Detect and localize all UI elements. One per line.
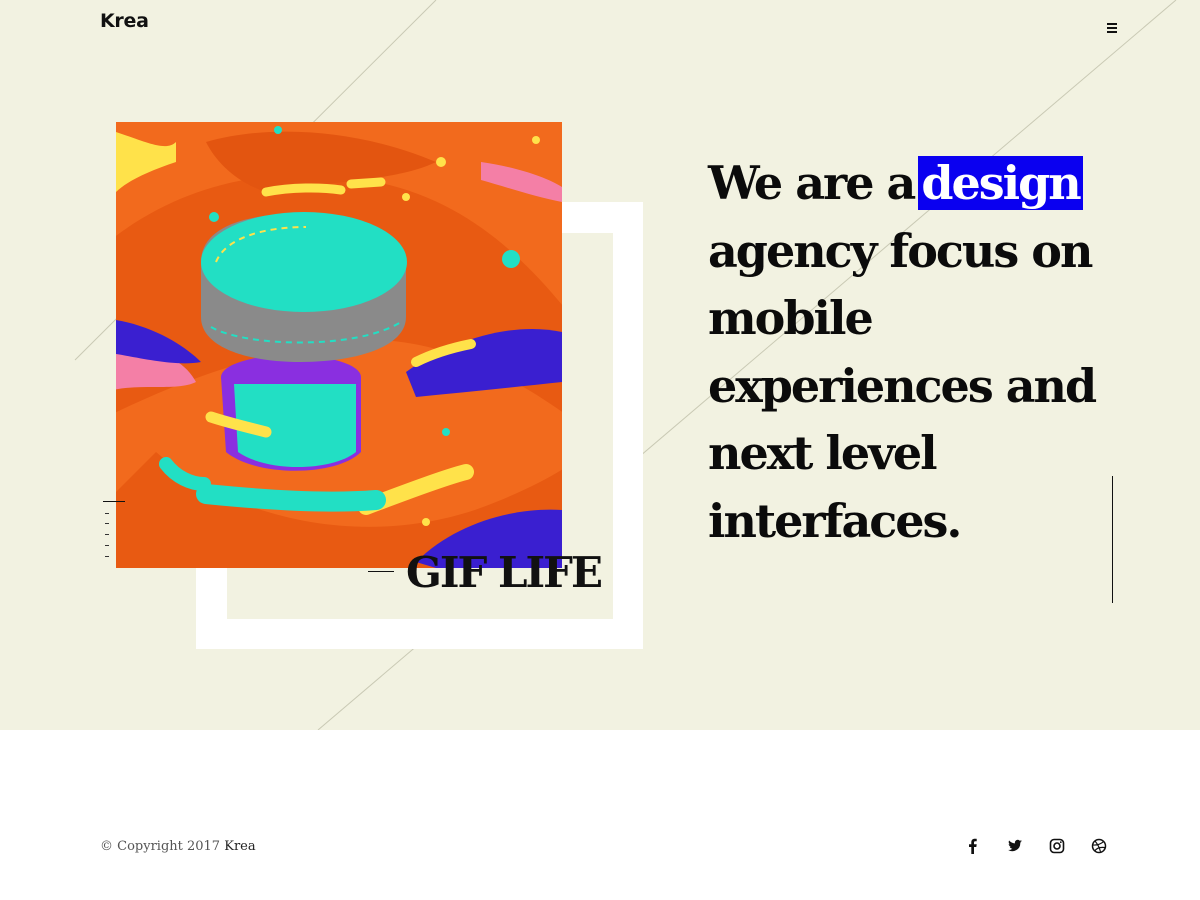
image-caption: GIF LIFE xyxy=(406,548,603,597)
footer-copyright: © Copyright 2017 Krea xyxy=(100,839,256,854)
tick xyxy=(105,534,109,535)
tick xyxy=(105,523,109,524)
tick-long xyxy=(103,501,125,502)
headline-before: We are a xyxy=(708,156,916,210)
tick xyxy=(105,545,109,546)
instagram-icon[interactable] xyxy=(1048,837,1066,855)
copyright-text: © Copyright 2017 xyxy=(100,839,221,854)
hero-illustration xyxy=(116,122,562,568)
vertical-divider xyxy=(1112,476,1113,603)
headline-highlight: design xyxy=(918,156,1083,210)
hamburger-menu-icon[interactable] xyxy=(1102,20,1124,36)
site-logo[interactable]: Krea xyxy=(100,10,149,32)
hero-section: Krea GIF LIFE We are a design agency foc… xyxy=(0,0,1200,730)
headline-after: agency focus on mobile experiences and n… xyxy=(708,223,1097,548)
facebook-icon[interactable] xyxy=(964,837,982,855)
hero-headline: We are a design agency focus on mobile ex… xyxy=(708,150,1128,555)
copyright-brand: Krea xyxy=(224,839,256,854)
caption-dash xyxy=(368,571,394,572)
twitter-icon[interactable] xyxy=(1006,837,1024,855)
tick xyxy=(105,556,109,557)
tick xyxy=(105,513,109,514)
illustration-graphic xyxy=(116,122,562,568)
dribbble-icon[interactable] xyxy=(1090,837,1108,855)
